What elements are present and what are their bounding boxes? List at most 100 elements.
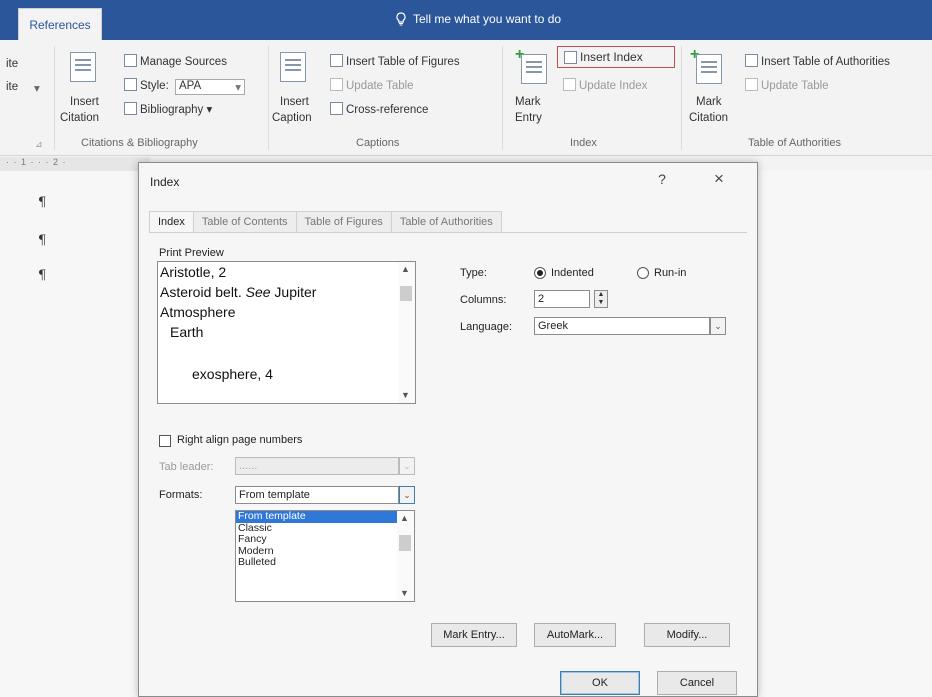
update-index-icon [563,78,576,91]
cut-off-label: ite [6,58,19,70]
scroll-down-icon[interactable]: ▼ [401,390,410,400]
formats-label: Formats: [159,489,203,501]
chevron-down-icon[interactable]: ⌄ [710,317,726,335]
preview-text: Jupiter [270,284,317,300]
cross-reference-icon [330,102,343,115]
insert-caption-label: Caption [272,112,312,124]
style-value: APA [178,80,202,92]
language-select[interactable]: Greek [534,317,710,335]
paragraph-mark: ¶ [38,233,47,248]
formats-option[interactable]: Fancy [236,533,414,546]
group-separator [268,46,269,150]
mark-entry-button[interactable]: Mark Entry... [431,623,517,647]
update-toa-button[interactable]: Update Table [745,78,829,92]
close-button[interactable]: × [711,169,727,189]
columns-value: 2 [538,293,545,305]
scroll-down-icon[interactable]: ▼ [400,588,409,598]
radio-run-in-label[interactable]: Run-in [654,267,686,279]
help-button[interactable]: ? [654,171,670,187]
formats-option[interactable]: Bulleted [236,556,414,569]
formats-scrollbar[interactable]: ▲ ▼ [397,511,414,601]
mark-entry-label: Entry [515,112,542,124]
radio-indented-label[interactable]: Indented [551,267,594,279]
columns-stepper[interactable]: ▲ ▼ [594,290,608,308]
preview-text-italic: See [245,284,271,300]
mark-entry-icon [521,54,547,84]
formats-value: From template [239,489,310,501]
tell-me-text: Tell me what you want to do [413,12,562,26]
tab-table-of-figures[interactable]: Table of Figures [296,211,392,233]
preview-text: Asteroid belt. [160,284,246,300]
update-table-label: Update Table [346,80,414,92]
dialog-title: Index [150,175,180,189]
scroll-up-icon[interactable]: ▲ [400,513,409,523]
insert-caption-icon [280,52,306,82]
scroll-up-icon[interactable]: ▲ [401,264,410,274]
chevron-down-icon: ▾ [235,82,241,94]
insert-table-of-authorities-button[interactable]: Insert Table of Authorities [745,54,890,68]
preview-line: exosphere, 4 [192,366,273,382]
group-separator [681,46,682,150]
modify-button[interactable]: Modify... [644,623,730,647]
radio-indented[interactable] [534,267,546,279]
preview-line: Earth [170,324,204,340]
cut-off-label: ite [6,81,19,93]
insert-citation-icon [70,52,96,82]
ok-button[interactable]: OK [560,671,640,695]
formats-option[interactable]: From template [236,510,397,523]
insert-citation-label: Insert [70,96,99,108]
insert-index-button[interactable]: Insert Index [557,46,675,68]
chevron-down-icon[interactable]: ⌄ [399,486,415,504]
dropdown-arrow-icon[interactable]: ▾ [34,81,40,95]
ribbon: ite ite ▾ ⊿ Insert Citation Manage Sourc… [0,40,932,156]
insert-citation-label: Citation [60,112,99,124]
mark-entry-label: Mark [515,96,541,108]
tab-leader-select[interactable]: ...... [235,457,399,475]
table-of-figures-icon [330,54,343,67]
style-selector[interactable]: Style: APA ▾ [124,78,245,95]
columns-label: Columns: [460,294,507,306]
update-index-button[interactable]: Update Index [563,78,647,92]
tab-table-of-authorities[interactable]: Table of Authorities [391,211,502,233]
style-dropdown[interactable]: APA ▾ [174,79,245,95]
automark-button[interactable]: AutoMark... [534,623,616,647]
bibliography-icon [124,102,137,115]
ruler: · · 1 · · · 2 · [0,157,150,171]
scroll-thumb[interactable] [399,535,411,551]
insert-table-of-figures-button[interactable]: Insert Table of Figures [330,54,460,68]
right-align-label[interactable]: Right align page numbers [177,434,302,446]
bibliography-button[interactable]: Bibliography ▾ [124,102,212,116]
scroll-thumb[interactable] [400,286,412,301]
insert-table-of-figures-label: Insert Table of Figures [346,56,460,68]
tab-table-of-contents[interactable]: Table of Contents [193,211,297,233]
formats-select[interactable]: From template [235,486,399,504]
tell-me-search[interactable]: Tell me what you want to do [395,12,561,26]
right-align-checkbox[interactable] [159,435,171,447]
manage-sources-button[interactable]: Manage Sources [124,54,227,68]
tab-references[interactable]: References [18,8,102,41]
group-label: Citations & Bibliography [81,137,198,149]
group-separator [54,46,55,150]
columns-input[interactable]: 2 [534,290,590,308]
chevron-down-icon[interactable]: ⌄ [399,457,415,475]
cross-reference-label: Cross-reference [346,104,429,116]
tab-leader-label: Tab leader: [159,461,214,473]
group-label: Index [570,137,597,149]
insert-index-icon [564,50,577,64]
type-label: Type: [460,267,487,279]
tab-index[interactable]: Index [149,211,194,233]
dialog-launcher-icon[interactable]: ⊿ [35,139,43,150]
cross-reference-button[interactable]: Cross-reference [330,102,428,116]
insert-caption-label: Insert [280,96,309,108]
lightbulb-icon [396,12,406,26]
preview-scrollbar[interactable]: ▲ ▼ [398,262,415,403]
mark-citation-label: Mark [696,96,722,108]
cancel-button[interactable]: Cancel [657,671,737,695]
preview-line: Aristotle, 2 [160,264,227,280]
insert-index-label: Insert Index [580,50,643,64]
dialog-tabs: Index Table of Contents Table of Figures… [149,211,502,233]
manage-sources-label: Manage Sources [140,56,227,68]
update-table-button[interactable]: Update Table [330,78,414,92]
language-value: Greek [538,320,568,332]
radio-run-in[interactable] [637,267,649,279]
